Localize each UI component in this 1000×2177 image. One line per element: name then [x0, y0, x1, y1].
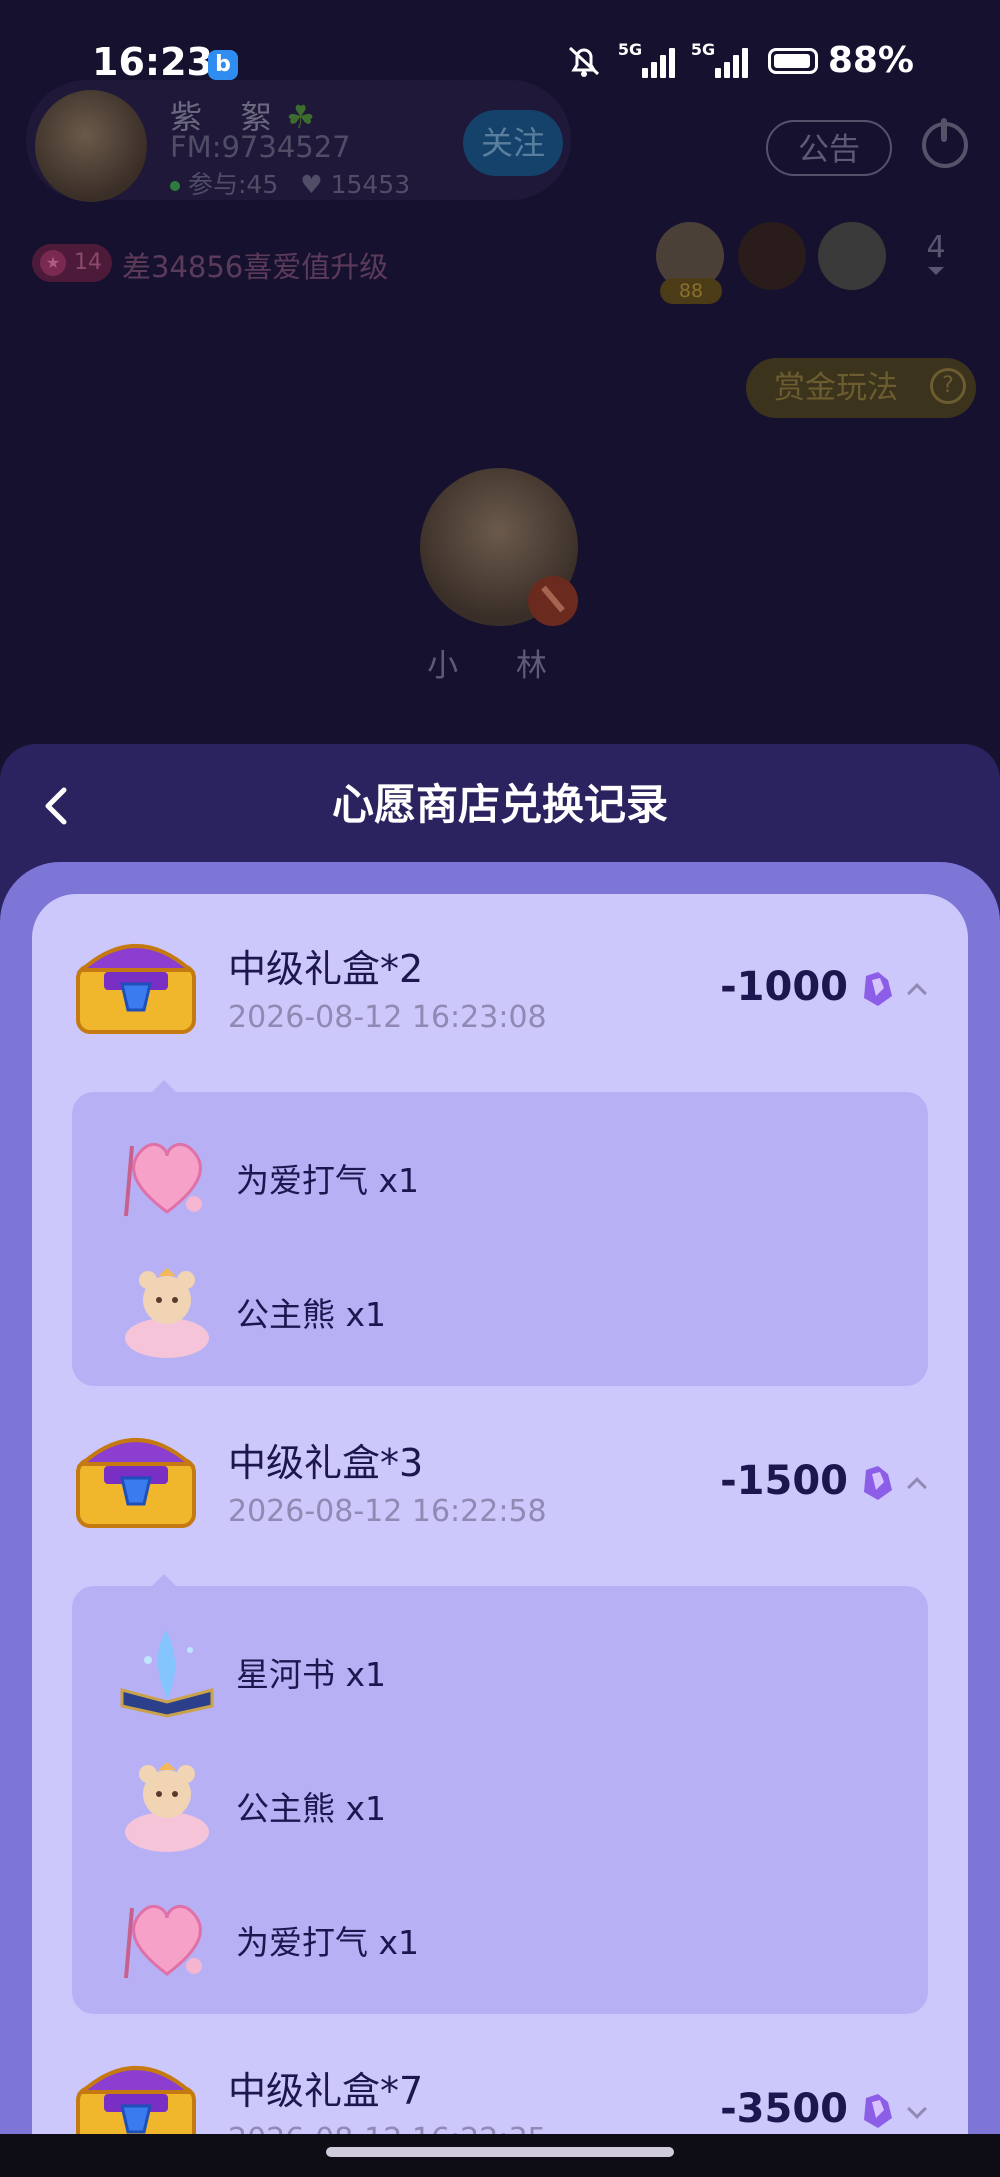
list-item: 为爱打气 x1: [72, 1116, 928, 1236]
record-name: 中级礼盒*3: [228, 1441, 424, 1485]
level-value: 14: [74, 250, 102, 275]
collapse-chevron-icon[interactable]: [907, 1477, 927, 1497]
record-item[interactable]: 中级礼盒*3 2026-08-12 16:22:58 -1500 星河书 x1 …: [32, 1388, 968, 2038]
record-amount: -1500: [720, 1458, 848, 1504]
list-item: 星河书 x1: [72, 1610, 928, 1730]
record-panel: 中级礼盒*2 2026-08-12 16:23:08 -1000 为爱打气 x1…: [0, 862, 1000, 2177]
host-avatar[interactable]: [35, 90, 147, 202]
list-item: 公主熊 x1: [72, 1250, 928, 1370]
home-indicator[interactable]: [326, 2147, 674, 2157]
participants-count: 参与:45: [188, 170, 279, 199]
level-badge: ★ 14: [32, 244, 112, 282]
audience-avatar-3[interactable]: [818, 222, 886, 290]
follow-button[interactable]: 关注: [463, 110, 563, 176]
princess-bear-icon: [125, 1268, 209, 1358]
list-item: 为爱打气 x1: [72, 1878, 928, 1998]
audience-count[interactable]: 4: [912, 230, 960, 275]
crystal-icon: [864, 2094, 892, 2128]
record-items: 星河书 x1 公主熊 x1 为爱打气 x1: [72, 1574, 928, 2014]
record-amount: -3500: [720, 2086, 848, 2132]
item-label: 星河书 x1: [236, 1655, 387, 1694]
likes-count: 15453: [330, 170, 411, 199]
heart-icon: ♥: [300, 170, 323, 199]
mic-seat-name: 小 林: [427, 648, 571, 684]
heart-balloon-icon: [124, 1143, 202, 1217]
crystal-icon: [864, 1466, 892, 1500]
star-icon: ★: [40, 250, 66, 276]
treasure-chest-icon: [76, 944, 196, 1034]
treasure-chest-icon: [76, 1438, 196, 1528]
mic-muted-icon: [528, 576, 578, 626]
item-label: 公主熊 x1: [236, 1295, 387, 1334]
item-label: 公主熊 x1: [236, 1789, 387, 1828]
live-room-background: 紫 絮☘ FM:9734527 参与:45 ♥ 15453 关注 公告 ★ 14…: [0, 0, 1000, 760]
record-list[interactable]: 中级礼盒*2 2026-08-12 16:23:08 -1000 为爱打气 x1…: [32, 894, 968, 2177]
host-fm-id: FM:9734527: [170, 130, 351, 164]
record-amount: -1000: [720, 964, 848, 1010]
expand-chevron-icon[interactable]: [907, 2099, 927, 2119]
record-time: 2026-08-12 16:23:08: [228, 1000, 547, 1035]
record-items: 为爱打气 x1 公主熊 x1: [72, 1080, 928, 1386]
help-icon[interactable]: ?: [930, 368, 966, 404]
crystal-icon: [864, 972, 892, 1006]
sheet-title: 心愿商店兑换记录: [331, 780, 668, 829]
bounty-label: 赏金玩法: [774, 370, 898, 406]
record-name: 中级礼盒*7: [228, 2069, 424, 2113]
power-icon[interactable]: [922, 118, 968, 168]
exchange-record-sheet: 心愿商店兑换记录 中级礼盒*2 2026-08-12 16:23:08 -100…: [0, 744, 1000, 2177]
record-time: 2026-08-12 16:22:58: [228, 1494, 547, 1529]
audience-avatar-2[interactable]: [738, 222, 806, 290]
online-dot-icon: [170, 181, 180, 191]
item-label: 为爱打气 x1: [236, 1923, 420, 1962]
galaxy-book-icon: [120, 1630, 214, 1718]
bounty-game-button[interactable]: 赏金玩法 ?: [746, 358, 976, 418]
level-progress-text: 差34856喜爱值升级: [122, 250, 389, 284]
audience-count-text: 4: [926, 230, 946, 265]
collapse-chevron-icon[interactable]: [907, 983, 927, 1003]
audience-badge: 88: [660, 278, 722, 304]
notice-button[interactable]: 公告: [766, 120, 892, 176]
item-label: 为爱打气 x1: [236, 1161, 420, 1200]
heart-balloon-icon: [124, 1905, 202, 1979]
list-item: 公主熊 x1: [72, 1744, 928, 1864]
princess-bear-icon: [125, 1762, 209, 1852]
record-item[interactable]: 中级礼盒*2 2026-08-12 16:23:08 -1000 为爱打气 x1…: [32, 894, 968, 1414]
record-name: 中级礼盒*2: [228, 947, 424, 991]
host-stats: 参与:45 ♥ 15453: [170, 165, 410, 201]
